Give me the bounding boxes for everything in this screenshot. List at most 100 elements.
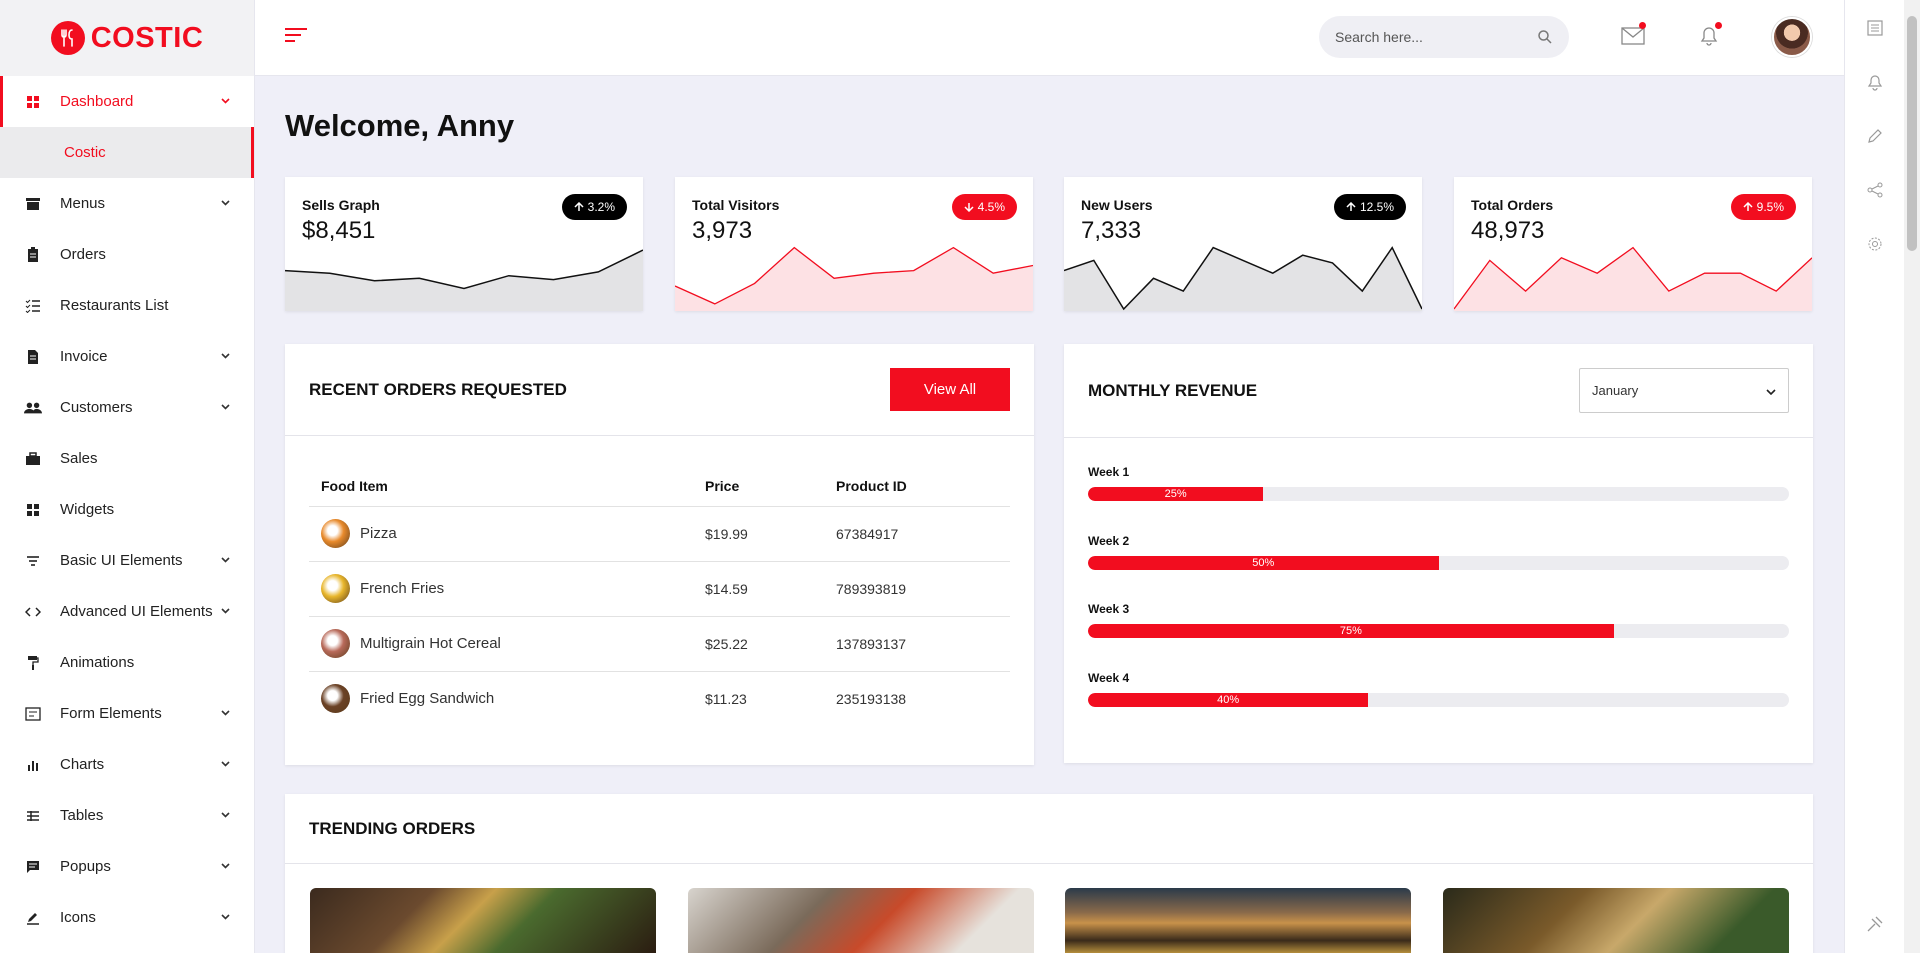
user-avatar[interactable]	[1772, 17, 1812, 57]
bell-notification-dot	[1715, 22, 1722, 29]
week-label: Week 3	[1088, 602, 1130, 616]
sidebar-item-label: Popups	[60, 858, 111, 875]
product-id-cell: 235193138	[836, 690, 907, 707]
recent-orders-title: RECENT ORDERS REQUESTED	[309, 379, 567, 399]
bell-outline-icon[interactable]	[1865, 72, 1885, 92]
food-thumbnail	[321, 684, 350, 714]
search-input[interactable]	[1335, 29, 1537, 45]
bell-icon[interactable]	[1696, 22, 1722, 48]
monthly-revenue-title: MONTHLY REVENUE	[1088, 380, 1258, 400]
sidebar-item-label: Advanced UI Elements	[60, 603, 213, 620]
sparkline-chart	[1454, 246, 1812, 311]
sidebar-item-label: Icons	[60, 909, 96, 926]
brand-logo[interactable]: COSTIC	[0, 0, 254, 76]
sidebar-item-menus[interactable]: Menus	[0, 178, 254, 229]
page-scrollbar[interactable]	[1904, 0, 1920, 953]
mail-icon[interactable]	[1620, 22, 1646, 48]
list-check-icon	[24, 297, 42, 315]
sidebar-item-orders[interactable]: Orders	[0, 229, 254, 280]
dashboard-icon	[24, 93, 42, 111]
progress-percent: 75%	[1339, 625, 1362, 637]
food-thumbnail	[321, 574, 350, 603]
sidebar-item-dashboard[interactable]: Dashboard	[0, 76, 254, 127]
message-icon	[24, 858, 42, 876]
sidebar-item-popups[interactable]: Popups	[0, 841, 254, 892]
chevron-down-icon	[221, 555, 230, 566]
trending-image-pasta[interactable]	[1443, 888, 1789, 953]
month-select[interactable]: January	[1579, 368, 1789, 413]
invoice-icon	[24, 348, 42, 366]
progress-track: 40%	[1088, 693, 1789, 707]
sidebar-item-animations[interactable]: Animations	[0, 637, 254, 688]
price-cell: $11.23	[705, 690, 747, 707]
sidebar-item-label: Restaurants List	[60, 297, 169, 314]
menu-toggle-icon[interactable]	[285, 28, 307, 44]
stat-change-value: 12.5%	[1359, 200, 1394, 214]
sidebar-item-customers[interactable]: Customers	[0, 382, 254, 433]
settings-icon[interactable]	[1865, 234, 1885, 254]
recent-orders-card: RECENT ORDERS REQUESTED View All Food It…	[285, 344, 1034, 765]
sidebar-subitem-costic[interactable]: Costic	[0, 127, 254, 178]
tools-icon[interactable]	[1865, 914, 1885, 934]
sidebar-item-label: Tables	[60, 807, 104, 824]
week-progress: Week 2 50%	[1088, 534, 1789, 570]
progress-fill: 50%	[1088, 556, 1439, 570]
product-id-cell: 67384917	[824, 506, 1010, 562]
view-all-button[interactable]: View All	[890, 368, 1010, 411]
stat-change-value: 3.2%	[587, 200, 615, 214]
users-icon	[24, 399, 42, 417]
stat-title: New Users	[1081, 197, 1153, 213]
arrow-up-icon	[1743, 202, 1753, 212]
sidebar-item-tables[interactable]: Tables	[0, 790, 254, 841]
table-row[interactable]: Pizza $19.99 67384917	[309, 506, 1010, 562]
recent-orders-table: Food Item Price Product ID Pizza $19.99 67…	[309, 466, 1010, 726]
search-box	[1319, 16, 1569, 58]
share-icon[interactable]	[1865, 180, 1885, 200]
sidebar-item-form-elements[interactable]: Form Elements	[0, 688, 254, 739]
sidebar-item-label: Orders	[60, 246, 106, 263]
sidebar-item-basic-ui-elements[interactable]: Basic UI Elements	[0, 535, 254, 586]
sidebar-item-invoice[interactable]: Invoice	[0, 331, 254, 382]
sidebar-item-advanced-ui-elements[interactable]: Advanced UI Elements	[0, 586, 254, 637]
table-row[interactable]: French Fries $14.59 789393819	[309, 561, 1010, 617]
menu-box-icon	[24, 195, 42, 213]
chevron-down-icon	[221, 606, 230, 617]
column-header-food: Food Item	[309, 466, 693, 507]
sidebar-item-label: Sales	[60, 450, 98, 467]
pen-icon	[24, 909, 42, 927]
trending-image-grilled-fish[interactable]	[688, 888, 1034, 953]
week-progress: Week 1 25%	[1088, 465, 1789, 501]
progress-percent: 40%	[1217, 694, 1240, 706]
sparkline-area	[285, 250, 643, 311]
stat-title: Total Visitors	[692, 197, 780, 213]
progress-fill: 75%	[1088, 624, 1614, 638]
trending-image-burger[interactable]	[1065, 888, 1411, 953]
notes-icon[interactable]	[1865, 18, 1885, 38]
sidebar-item-label: Widgets	[60, 501, 115, 518]
food-thumbnail	[321, 629, 350, 658]
sparkline-area	[1064, 247, 1422, 311]
stat-title: Total Orders	[1471, 197, 1554, 213]
sidebar-item-icons[interactable]: Icons	[0, 892, 254, 943]
table-row[interactable]: Fried Egg Sandwich $11.23 235193138	[309, 671, 1010, 726]
progress-fill: 25%	[1088, 487, 1264, 501]
trending-image-bbq[interactable]	[310, 888, 656, 953]
week-label: Week 2	[1088, 534, 1130, 548]
stat-change-badge: 12.5%	[1333, 194, 1406, 220]
stat-change-value: 9.5%	[1756, 200, 1784, 214]
food-item-name: Multigrain Hot Cereal	[360, 635, 501, 652]
trending-orders-title: TRENDING ORDERS	[309, 818, 476, 838]
progress-track: 25%	[1088, 487, 1789, 501]
search-icon[interactable]	[1537, 29, 1553, 45]
pencil-icon[interactable]	[1865, 126, 1885, 146]
top-header	[255, 0, 1844, 76]
sidebar-item-sales[interactable]: Sales	[0, 433, 254, 484]
food-item-name: French Fries	[360, 580, 445, 597]
table-row[interactable]: Multigrain Hot Cereal $25.22 137893137	[309, 616, 1010, 672]
sidebar-item-widgets[interactable]: Widgets	[0, 484, 254, 535]
sidebar-item-label: Customers	[60, 399, 133, 416]
sidebar-item-restaurants-list[interactable]: Restaurants List	[0, 280, 254, 331]
scrollbar-thumb[interactable]	[1907, 16, 1917, 251]
stat-title: Sells Graph	[302, 197, 380, 213]
sidebar-item-charts[interactable]: Charts	[0, 739, 254, 790]
